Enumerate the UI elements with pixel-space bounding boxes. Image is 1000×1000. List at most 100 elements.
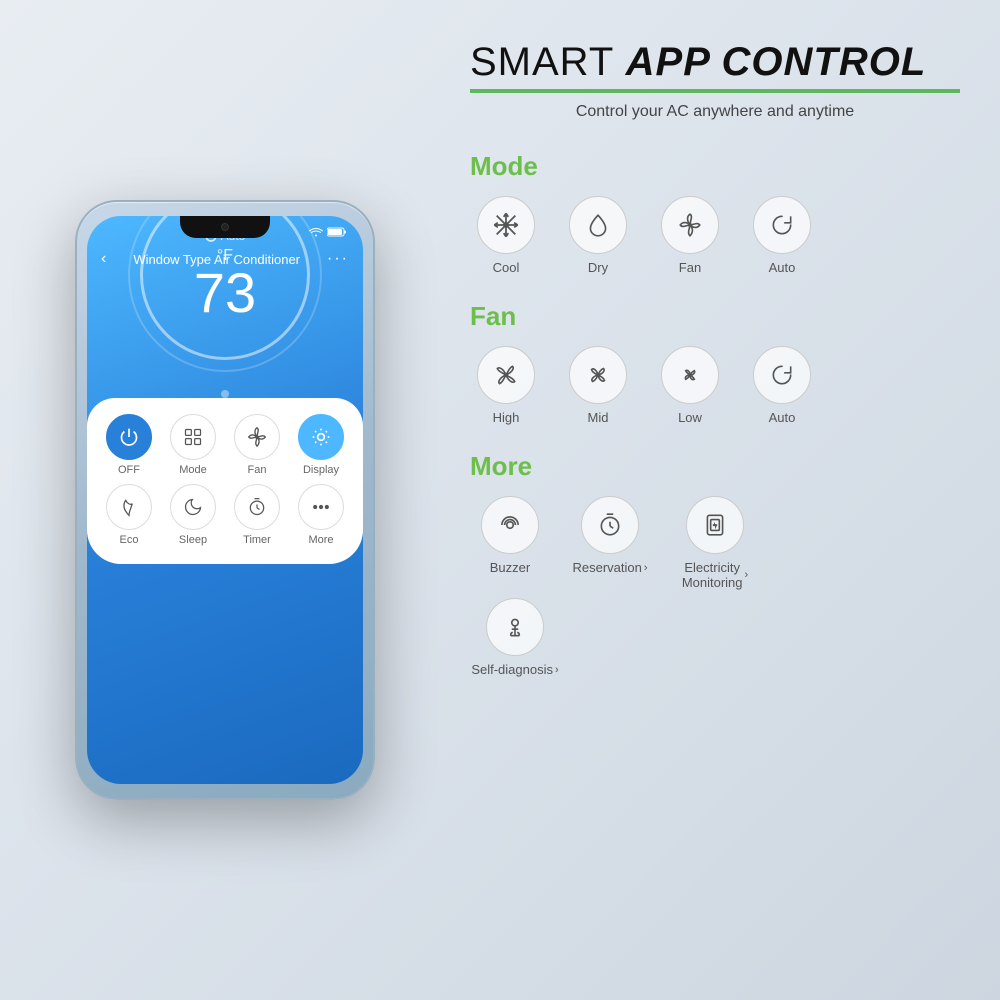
left-section: ‹ Window Type Air Conditioner ··· − + A [0, 0, 450, 1000]
fan-section-label: Fan [470, 301, 960, 332]
ctrl-display-label: Display [303, 464, 339, 476]
fan-auto-label: Auto [769, 410, 796, 425]
buzzer-label: Buzzer [490, 560, 530, 575]
fan-icon-row: High Mid Low Auto [470, 346, 960, 425]
fan-high-label: High [493, 410, 520, 425]
selfdiagnosis-arrow: › [555, 664, 559, 676]
subtitle: Control your AC anywhere and anytime [470, 103, 960, 121]
electricity-arrow: › [745, 569, 749, 581]
more-reservation[interactable]: Reservation › [570, 496, 650, 590]
more-electricity[interactable]: ElectricityMonitoring › [670, 496, 760, 590]
mode-fan[interactable]: Fan [654, 196, 726, 275]
fan-icon [234, 414, 280, 460]
right-section: SMART APP CONTROL Control your AC anywhe… [450, 0, 1000, 1000]
status-icons [309, 227, 347, 237]
ctrl-mode-label: Mode [179, 464, 207, 476]
phone-mockup: ‹ Window Type Air Conditioner ··· − + A [75, 200, 375, 800]
fan-low[interactable]: Low [654, 346, 726, 425]
more-options-button[interactable]: ··· [327, 250, 349, 268]
cool-label: Cool [493, 260, 520, 275]
selfdiagnosis-label-row: Self-diagnosis › [471, 662, 558, 677]
temp-value: 73 [194, 265, 256, 321]
reservation-icon [581, 496, 639, 554]
fan-mid-label: Mid [588, 410, 609, 425]
mode-icon [170, 414, 216, 460]
phone-outer: ‹ Window Type Air Conditioner ··· − + A [75, 200, 375, 800]
more-dots-icon [298, 484, 344, 530]
ctrl-display[interactable]: Display [293, 414, 349, 476]
fan-mid[interactable]: Mid [562, 346, 634, 425]
selfdiagnosis-label: Self-diagnosis [471, 662, 553, 677]
dot-indicator [221, 390, 229, 398]
fan-low-icon [661, 346, 719, 404]
fan-mid-icon [569, 346, 627, 404]
electricity-label-row: ElectricityMonitoring › [682, 560, 748, 590]
fan-high[interactable]: High [470, 346, 542, 425]
electricity-icon [686, 496, 744, 554]
fan-mode-label: Fan [679, 260, 701, 275]
ctrl-more[interactable]: More [293, 484, 349, 546]
battery-icon [327, 227, 347, 237]
ctrl-off-label: OFF [118, 464, 140, 476]
control-row-1: OFF Mode Fan [97, 414, 353, 476]
ctrl-timer[interactable]: Timer [229, 484, 285, 546]
reservation-arrow: › [644, 562, 648, 574]
eco-icon [106, 484, 152, 530]
control-row-2: Eco Sleep Timer [97, 484, 353, 546]
page-title: SMART APP CONTROL [470, 40, 960, 85]
more-section-label: More [470, 451, 960, 482]
thermostat-area: − + Auto °F 73 [87, 274, 363, 398]
power-icon [106, 414, 152, 460]
cool-icon [477, 196, 535, 254]
electricity-label: ElectricityMonitoring [682, 560, 743, 590]
sleep-icon [170, 484, 216, 530]
selfdiagnosis-icon [486, 598, 544, 656]
more-row-1: Buzzer Reservation › ElectricityMonitori… [470, 496, 960, 590]
more-row-2: Self-diagnosis › [470, 598, 960, 677]
phone-notch [180, 216, 270, 238]
ctrl-sleep-label: Sleep [179, 534, 207, 546]
fan-mode-icon [661, 196, 719, 254]
ctrl-more-label: More [308, 534, 333, 546]
buzzer-icon [481, 496, 539, 554]
title-bold: APP CONTROL [626, 40, 927, 84]
ctrl-sleep[interactable]: Sleep [165, 484, 221, 546]
mode-cool[interactable]: Cool [470, 196, 542, 275]
reservation-label: Reservation [572, 560, 641, 575]
more-buzzer[interactable]: Buzzer [470, 496, 550, 590]
fan-high-icon [477, 346, 535, 404]
bottom-controls: OFF Mode Fan [87, 398, 363, 564]
phone-screen: ‹ Window Type Air Conditioner ··· − + A [87, 216, 363, 784]
mode-section: Mode Cool Dry Fan [470, 151, 960, 283]
mode-auto[interactable]: Auto [746, 196, 818, 275]
ctrl-mode[interactable]: Mode [165, 414, 221, 476]
fan-section: Fan High Mid Low [470, 301, 960, 433]
dry-label: Dry [588, 260, 608, 275]
title-area: SMART APP CONTROL Control your AC anywhe… [470, 30, 960, 143]
ctrl-timer-label: Timer [243, 534, 271, 546]
fan-low-label: Low [678, 410, 702, 425]
fan-auto[interactable]: Auto [746, 346, 818, 425]
title-underline [470, 89, 960, 93]
back-button[interactable]: ‹ [101, 250, 106, 268]
ctrl-off[interactable]: OFF [101, 414, 157, 476]
more-section: More Buzzer Reservation › [470, 451, 960, 685]
camera-dot [221, 223, 229, 231]
mode-dry[interactable]: Dry [562, 196, 634, 275]
display-icon [298, 414, 344, 460]
mode-section-label: Mode [470, 151, 960, 182]
ctrl-fan[interactable]: Fan [229, 414, 285, 476]
more-selfdiagnosis[interactable]: Self-diagnosis › [470, 598, 560, 677]
temp-unit: °F [217, 247, 233, 265]
dry-icon [569, 196, 627, 254]
timer-icon [234, 484, 280, 530]
buzzer-label-row: Buzzer [490, 560, 530, 575]
mode-icon-row: Cool Dry Fan Auto [470, 196, 960, 275]
title-normal: SMART [470, 40, 626, 84]
ctrl-eco-label: Eco [120, 534, 139, 546]
auto-mode-label: Auto [769, 260, 796, 275]
reservation-label-row: Reservation › [572, 560, 647, 575]
fan-auto-icon [753, 346, 811, 404]
ctrl-fan-label: Fan [248, 464, 267, 476]
ctrl-eco[interactable]: Eco [101, 484, 157, 546]
